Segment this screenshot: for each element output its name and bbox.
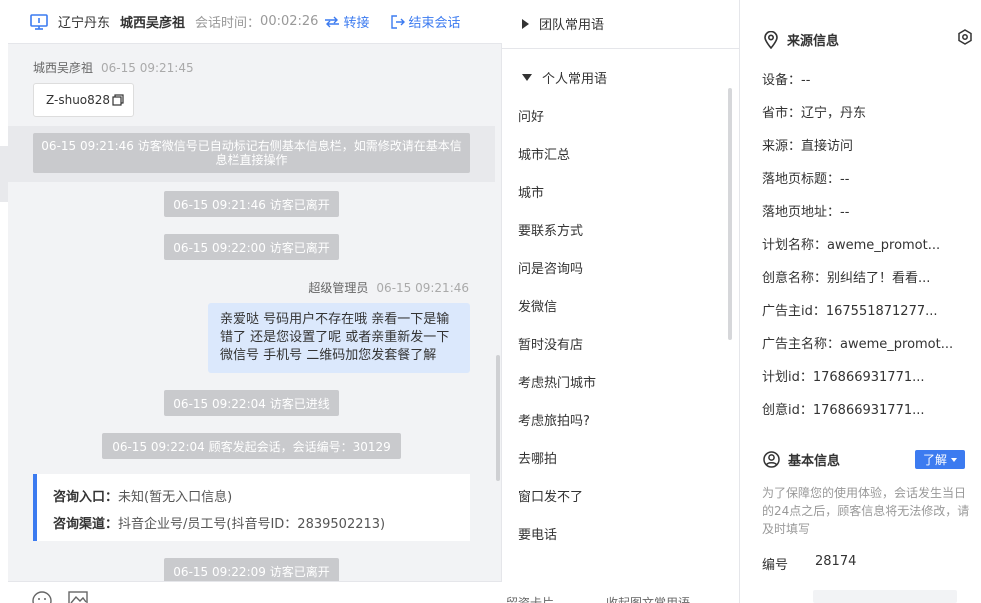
source-field: 落地页地址：-- <box>762 205 850 220</box>
copy-icon[interactable] <box>112 94 124 106</box>
transfer-label: 转接 <box>343 16 370 31</box>
chat-header: 辽宁丹东 城西吴彦祖 会话时间： 00:02:26 转接 结束会话 <box>8 0 502 44</box>
monitor-icon <box>30 13 48 30</box>
visitor-msg-time: 06-15 09:21:45 <box>101 61 194 75</box>
visitor-name: 城西吴彦祖 <box>120 16 186 31</box>
source-field: 广告主id：167551871277... <box>762 304 938 319</box>
chat-input-toolbar <box>8 581 502 603</box>
id-label: 编号 <box>762 558 789 573</box>
phrase-item[interactable]: 去哪拍 <box>518 448 557 467</box>
source-field: 创意id：176866931771... <box>762 403 925 418</box>
dropdown-caret-icon <box>951 457 957 462</box>
visitor-msg-text: Z-shuo828 <box>46 93 111 107</box>
source-field: 创意名称：别纠结了！看看... <box>762 271 931 286</box>
source-field: 来源：直接访问 <box>762 139 854 154</box>
visitor-msg-meta: 城西吴彦祖 06-15 09:21:45 <box>33 59 194 76</box>
phrase-item[interactable]: 考虑旅拍吗? <box>518 410 590 429</box>
source-field: 广告主名称：aweme_promot... <box>762 337 954 352</box>
learn-more-button[interactable]: 了解 <box>915 450 965 469</box>
system-message: 06-15 09:22:04 访客已进线 <box>164 390 339 416</box>
basic-info-input[interactable] <box>813 590 957 603</box>
agent-msg-time: 06-15 09:21:46 <box>376 281 469 295</box>
session-time: 00:02:26 <box>260 14 319 29</box>
system-message: 06-15 09:21:46 访客已离开 <box>164 191 339 217</box>
group-divider <box>502 48 740 49</box>
user-circle-icon <box>763 451 780 468</box>
settings-icon[interactable] <box>957 29 973 45</box>
learn-more-label: 了解 <box>922 453 947 467</box>
system-message: 06-15 09:22:04 顾客发起会话，会话编号：30129 <box>102 433 401 459</box>
source-field: 计划id：176866931771... <box>762 370 925 385</box>
lead-card-button[interactable]: 留资卡片 <box>506 594 554 603</box>
agent-msg-bubble[interactable]: 亲爱哒 号码用户不存在哦 亲看一下是输错了 还是您设置了呢 或者亲重新发一下微信… <box>208 303 470 373</box>
source-field: 计划名称：aweme_promot... <box>762 238 941 253</box>
image-icon[interactable] <box>68 591 88 603</box>
consult-channel-value: 抖音企业号/员工号(抖音号ID：2839502213) <box>118 517 386 532</box>
phrase-footer: 留资卡片 收起图文常用语 <box>502 592 740 603</box>
transfer-button[interactable]: 转接 <box>324 12 369 31</box>
collapse-phrases-button[interactable]: 收起图文常用语 <box>606 594 690 603</box>
basic-info-note: 为了保障您的使用体验，会话发生当日的24点之后，顾客信息将无法修改，请及时填写 <box>762 486 970 536</box>
end-session-button[interactable]: 结束会话 <box>391 12 460 31</box>
caret-down-icon <box>522 74 532 81</box>
end-session-label: 结束会话 <box>408 16 461 31</box>
consult-entry-label: 咨询入口： <box>53 490 119 505</box>
phrase-item[interactable]: 问好 <box>518 106 544 125</box>
source-info-label: 来源信息 <box>787 34 840 49</box>
caret-right-icon <box>522 18 529 29</box>
system-notice: 06-15 09:21:46 访客微信号已自动标记右侧基本信息栏，如需修改请在基… <box>33 133 470 173</box>
consult-channel-label: 咨询渠道： <box>53 517 119 532</box>
agent-msg-meta: 超级管理员 06-15 09:21:46 <box>308 279 469 296</box>
team-phrases-label: 团队常用语 <box>539 18 605 33</box>
phrase-panel: 团队常用语 个人常用语 问好 城市汇总 城市 要联系方式 问是咨询吗 发微信 暂… <box>502 0 740 603</box>
phrase-item[interactable]: 城市汇总 <box>518 144 570 163</box>
session-time-label: 会话时间： <box>195 16 261 31</box>
chat-panel: 辽宁丹东 城西吴彦祖 会话时间： 00:02:26 转接 结束会话 城西吴彦祖 0… <box>8 0 502 603</box>
id-value: 28174 <box>815 554 857 569</box>
emoji-icon[interactable] <box>32 591 52 603</box>
transfer-icon <box>325 16 340 27</box>
source-info-title: 来源信息 <box>763 30 839 49</box>
source-field: 落地页标题：-- <box>762 172 850 187</box>
left-edge-strip <box>0 146 8 202</box>
consult-entry-row: 咨询入口：未知(暂无入口信息) <box>53 484 454 511</box>
basic-info-title: 基本信息 <box>763 450 840 469</box>
consult-entry-value: 未知(暂无入口信息) <box>118 490 233 505</box>
consult-info-card: 咨询入口：未知(暂无入口信息) 咨询渠道：抖音企业号/员工号(抖音号ID：283… <box>33 474 470 541</box>
personal-phrases-group[interactable]: 个人常用语 <box>522 68 607 87</box>
phrase-item[interactable]: 窗口发不了 <box>518 486 583 505</box>
location-pin-icon <box>764 30 778 49</box>
source-field: 设备：-- <box>762 73 811 88</box>
consult-channel-row: 咨询渠道：抖音企业号/员工号(抖音号ID：2839502213) <box>53 511 454 538</box>
visitor-location: 辽宁丹东 <box>58 16 111 31</box>
team-phrases-group[interactable]: 团队常用语 <box>522 14 604 33</box>
exit-icon <box>391 14 406 29</box>
phrase-item[interactable]: 问是咨询吗 <box>518 258 583 277</box>
phrase-item[interactable]: 考虑热门城市 <box>518 372 596 391</box>
phrase-item[interactable]: 发微信 <box>518 296 557 315</box>
personal-phrases-label: 个人常用语 <box>542 72 608 87</box>
basic-info-label: 基本信息 <box>788 454 841 469</box>
app-root: 辽宁丹东 城西吴彦祖 会话时间： 00:02:26 转接 结束会话 城西吴彦祖 0… <box>0 0 981 603</box>
source-field: 省市：辽宁，丹东 <box>762 106 867 121</box>
phrase-item[interactable]: 要联系方式 <box>518 220 583 239</box>
phrase-item[interactable]: 城市 <box>518 182 544 201</box>
visitor-msg-sender: 城西吴彦祖 <box>33 61 94 75</box>
phrase-scrollbar[interactable] <box>728 88 732 340</box>
source-panel: 来源信息 设备：-- 省市：辽宁，丹东 来源：直接访问 落地页标题：-- 落地页… <box>741 0 981 603</box>
chat-scrollbar[interactable] <box>496 355 500 481</box>
system-message: 06-15 09:22:00 访客已离开 <box>164 234 339 260</box>
visitor-msg-bubble[interactable]: Z-shuo828 <box>33 83 134 117</box>
phrase-item[interactable]: 暂时没有店 <box>518 334 583 353</box>
agent-msg-sender: 超级管理员 <box>308 281 369 295</box>
phrase-item[interactable]: 要电话 <box>518 524 557 543</box>
